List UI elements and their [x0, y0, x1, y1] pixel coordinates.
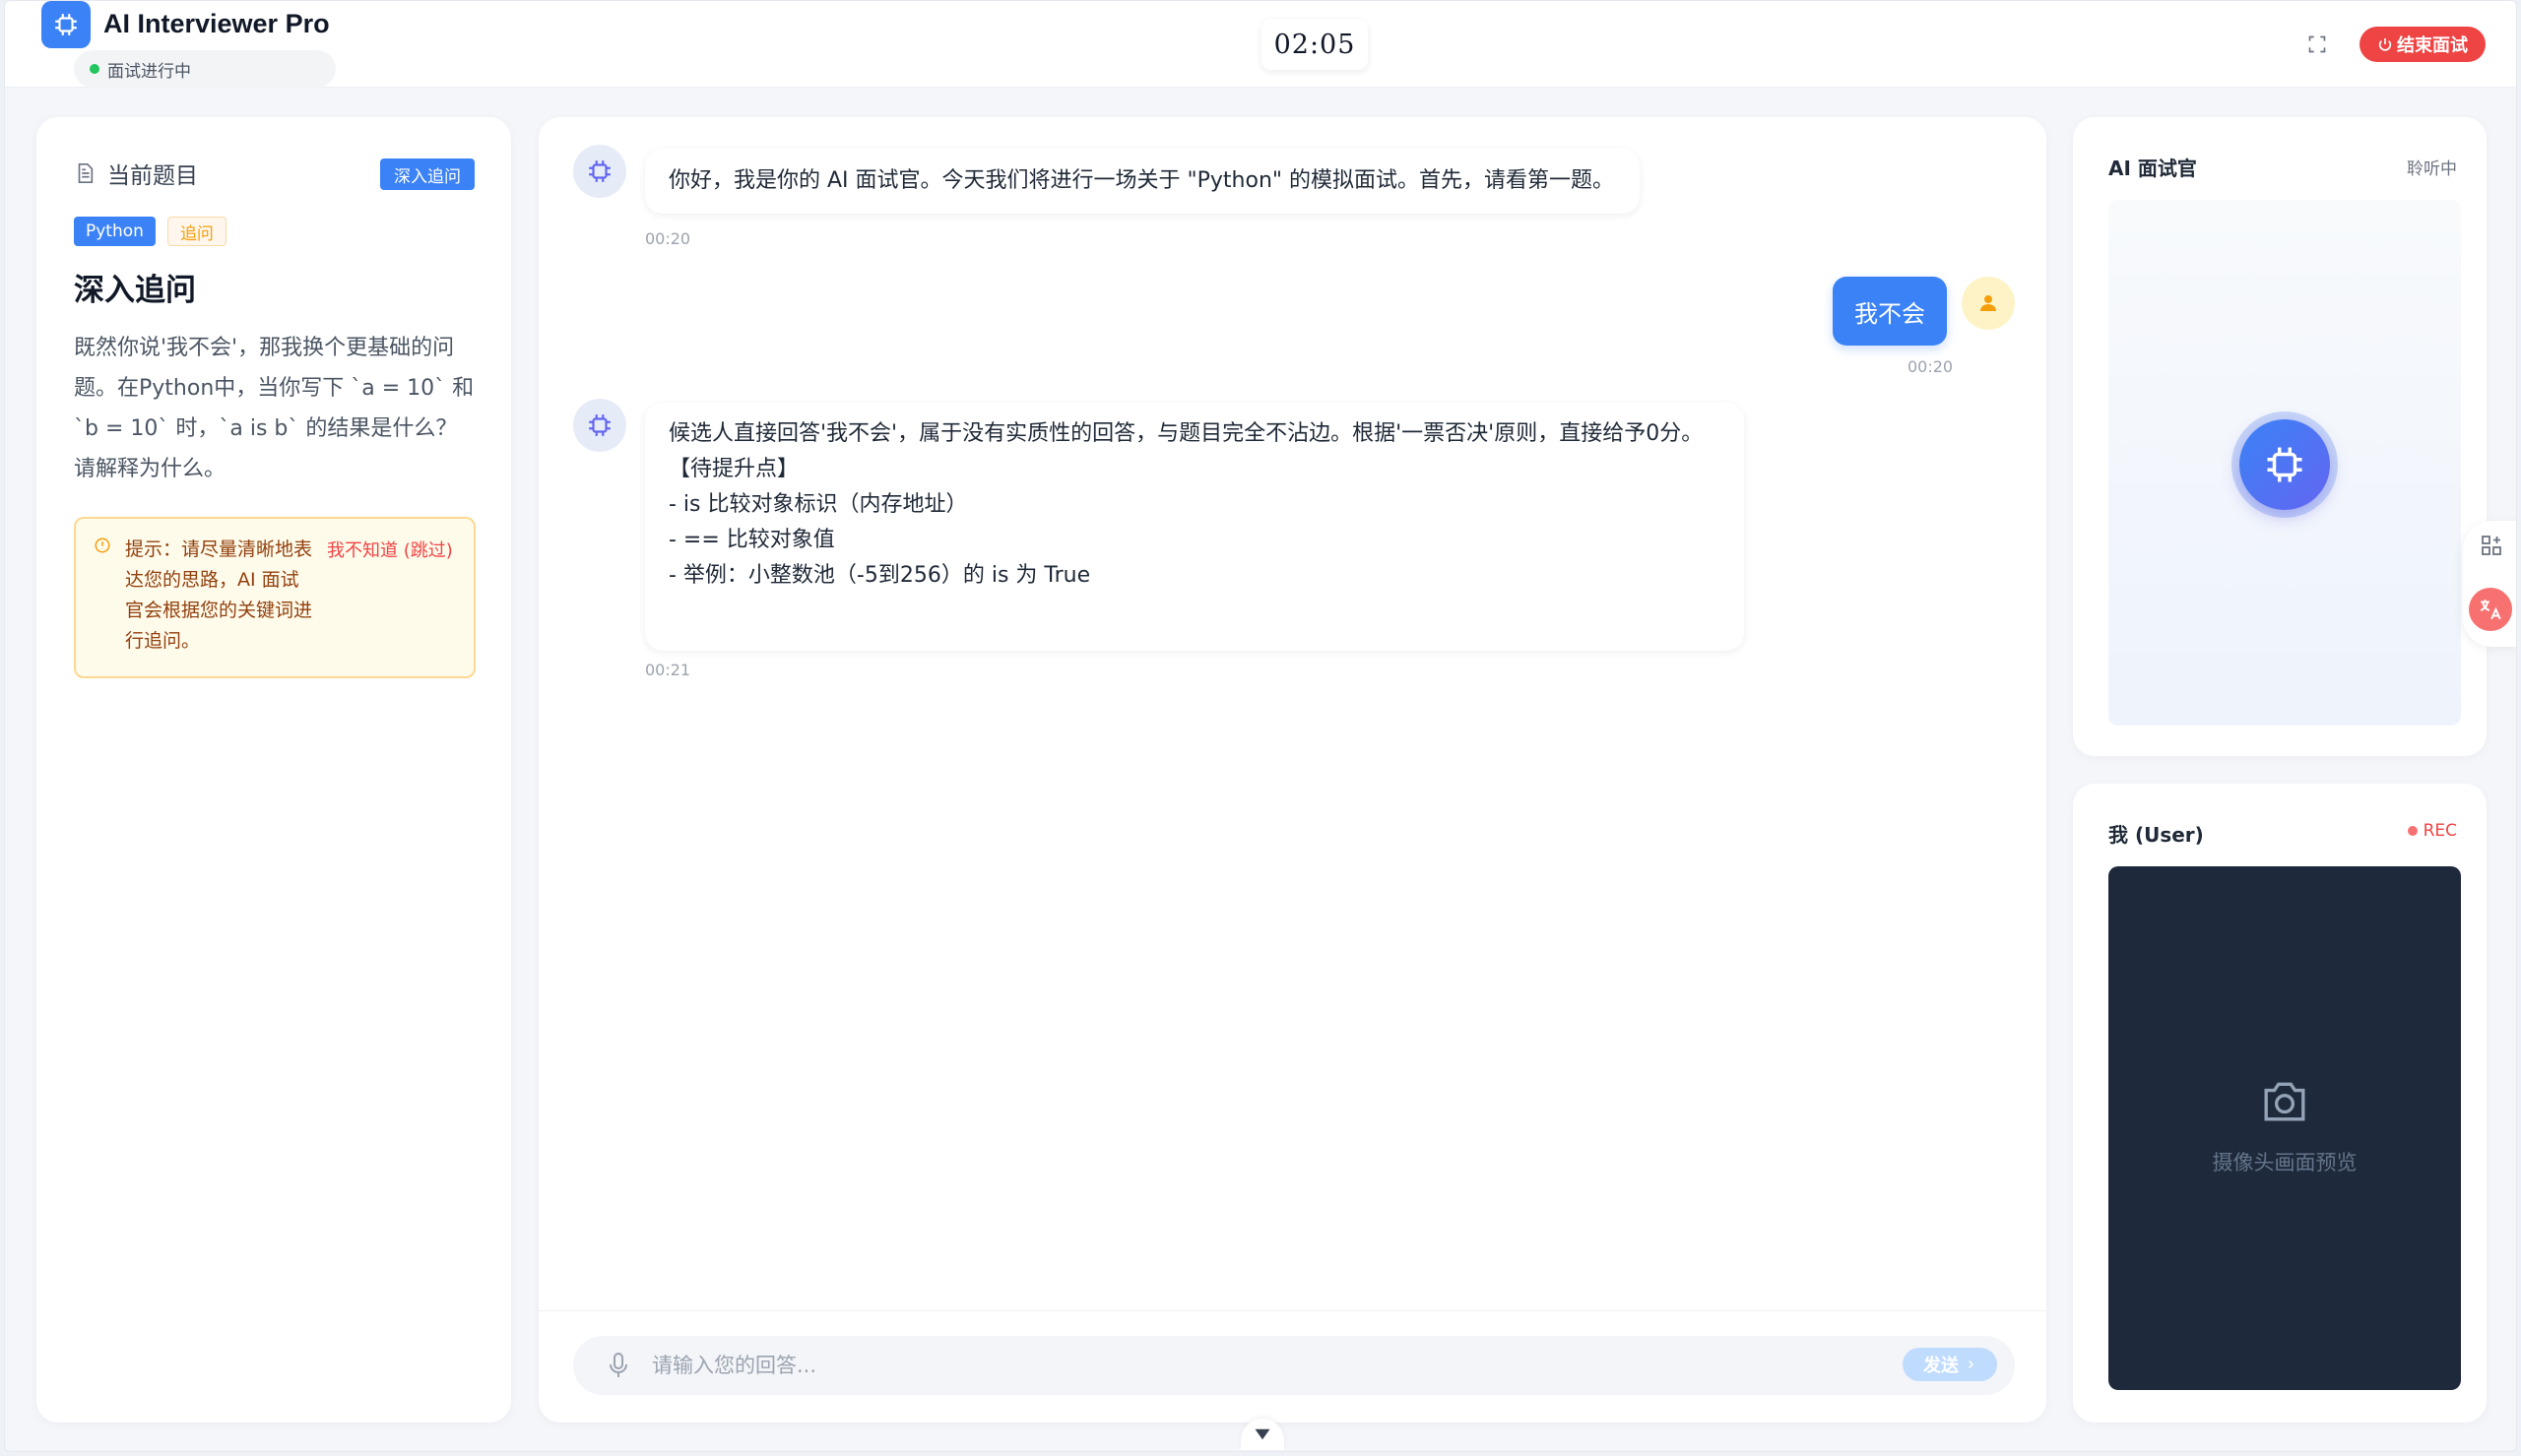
apps-button[interactable] — [2477, 531, 2506, 560]
divider — [539, 1310, 2046, 1311]
ai-orb — [2239, 419, 2330, 510]
user-camera-panel: 我 (User) REC 摄像头画面预览 — [2073, 784, 2487, 1423]
ai-orb-ring — [2231, 411, 2338, 518]
hint-text: 提示：请尽量清晰地表达您的思路，AI 面试官会根据您的关键词进行追问。 — [125, 538, 313, 652]
user-panel-title: 我 (User) — [2108, 823, 2204, 847]
ai-feedback-message: 候选人直接回答'我不会'，属于没有实质性的回答，与题目完全不沾边。根据'一票否决… — [645, 403, 1744, 651]
end-interview-label: 结束面试 — [2397, 35, 2468, 56]
ai-avatar — [573, 399, 626, 452]
user-icon — [1980, 295, 1996, 311]
ai-message: 你好，我是你的 AI 面试官。今天我们将进行一场关于 "Python" 的模拟面… — [645, 149, 1640, 214]
feedback-line: 候选人直接回答'我不会'，属于没有实质性的回答，与题目完全不沾边。根据'一票否决… — [669, 421, 1704, 446]
ai-avatar — [573, 145, 626, 198]
power-icon — [2378, 38, 2392, 51]
hint-box: 提示：请尽量清晰地表达您的思路，AI 面试官会根据您的关键词进行追问。 我不知道… — [74, 517, 476, 678]
microphone-button[interactable] — [607, 1352, 630, 1383]
live-dot-icon — [90, 64, 99, 74]
interview-status: 面试进行中 — [74, 50, 336, 88]
header: AI Interviewer Pro 面试进行中 02:05 结束面试 — [5, 1, 2516, 88]
recording-indicator: REC — [2407, 821, 2457, 841]
chevron-right-icon — [1968, 1360, 1974, 1369]
feedback-line: 【待提升点】 — [669, 457, 800, 481]
question-type-badge: 深入追问 — [380, 158, 475, 190]
send-label: 发送 — [1923, 1356, 1959, 1376]
ai-panel-title: AI 面试官 — [2108, 157, 2197, 180]
send-button[interactable]: 发送 — [1903, 1348, 1997, 1381]
question-tags: Python 追问 — [74, 217, 226, 246]
feedback-line: - is 比较对象标识（内存地址） — [669, 492, 968, 517]
rec-dot-icon — [2407, 826, 2418, 836]
ai-message-text: 你好，我是你的 AI 面试官。今天我们将进行一场关于 "Python" 的模拟面… — [669, 168, 1615, 193]
interview-status-label: 面试进行中 — [107, 61, 191, 82]
user-avatar — [1962, 277, 2015, 330]
chip-icon — [589, 414, 611, 436]
app-window: AI Interviewer Pro 面试进行中 02:05 结束面试 当前题目… — [4, 0, 2517, 1452]
message-time: 00:20 — [1907, 357, 1954, 376]
chip-icon — [589, 160, 611, 182]
info-icon — [95, 538, 110, 553]
message-time: 00:20 — [645, 229, 691, 248]
logo-chip-icon — [41, 1, 91, 48]
question-panel: 当前题目 深入追问 Python 追问 深入追问 既然你说'我不会'，那我换个更… — [36, 117, 511, 1423]
translate-button[interactable] — [2469, 588, 2512, 631]
answer-input[interactable] — [652, 1346, 1814, 1385]
chat-panel: 你好，我是你的 AI 面试官。今天我们将进行一场关于 "Python" 的模拟面… — [539, 117, 2046, 1423]
camera-icon — [2264, 1082, 2305, 1121]
tag-python: Python — [74, 217, 156, 246]
skip-question-link[interactable]: 我不知道 (跳过) — [327, 537, 453, 562]
document-icon — [78, 163, 94, 183]
chip-icon — [2267, 447, 2302, 482]
question-section-label: 当前题目 — [107, 163, 198, 189]
fullscreen-icon — [2308, 35, 2326, 53]
question-body: 既然你说'我不会'，那我换个更基础的问题。在Python中，当你写下 `a = … — [74, 336, 475, 481]
apps-grid-icon — [2482, 536, 2501, 555]
floating-toolbar — [2463, 521, 2516, 647]
camera-preview: 摄像头画面预览 — [2108, 866, 2461, 1390]
rec-label: REC — [2423, 821, 2457, 841]
user-message-text: 我不会 — [1854, 299, 1925, 328]
app-title: AI Interviewer Pro — [103, 9, 330, 38]
tag-followup: 追问 — [166, 217, 226, 246]
chevron-down-icon — [1255, 1428, 1270, 1440]
translate-icon — [2480, 600, 2501, 620]
message-time: 00:21 — [645, 661, 691, 679]
ai-visualizer — [2108, 200, 2461, 726]
feedback-line: - 举例：小整数池（-5到256）的 is 为 True — [669, 563, 1091, 588]
scroll-down-button[interactable] — [1241, 1419, 1284, 1450]
question-section-header: 当前题目 — [74, 157, 198, 190]
microphone-icon — [610, 1353, 627, 1377]
ai-panel-status: 聆听中 — [2407, 159, 2457, 179]
user-message: 我不会 — [1833, 277, 1947, 346]
fullscreen-button[interactable] — [2303, 31, 2331, 58]
end-interview-button[interactable]: 结束面试 — [2359, 27, 2486, 62]
feedback-line: - == 比较对象值 — [669, 528, 835, 552]
session-timer: 02:05 — [1261, 19, 1368, 70]
answer-input-bar: 发送 — [573, 1336, 2015, 1395]
camera-preview-label: 摄像头画面预览 — [2212, 1151, 2358, 1174]
question-title: 深入追问 — [74, 273, 196, 308]
ai-interviewer-panel: AI 面试官 聆听中 — [2073, 117, 2487, 756]
